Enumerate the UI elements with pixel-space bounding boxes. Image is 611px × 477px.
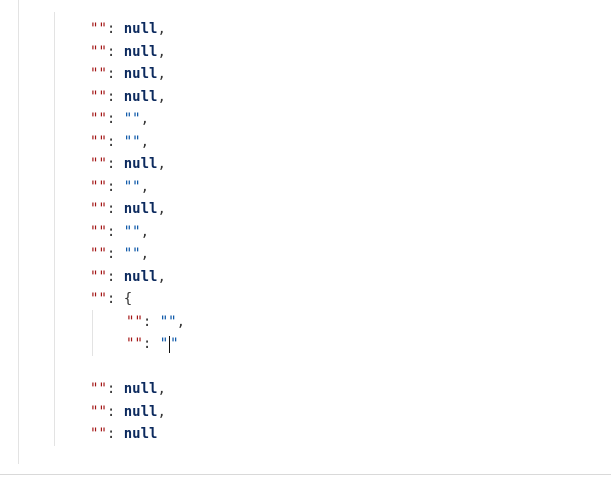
json-colon: : — [106, 111, 124, 127]
json-quote: " — [170, 336, 179, 352]
json-colon: : — [106, 268, 124, 285]
json-quote: " — [98, 381, 107, 397]
code-line[interactable]: "": "", — [90, 131, 149, 154]
code-line[interactable]: "": null — [90, 423, 157, 446]
divider — [0, 474, 611, 475]
json-comma: , — [157, 88, 166, 105]
json-quote: " — [98, 88, 107, 105]
code-line[interactable]: "": "", — [90, 243, 149, 266]
json-null: null — [123, 43, 158, 60]
json-comma: , — [157, 156, 166, 172]
json-quote: " — [98, 223, 107, 240]
json-quote: " — [98, 21, 107, 37]
json-quote: " — [123, 246, 133, 262]
json-null: null — [123, 21, 158, 37]
json-comma: , — [140, 133, 150, 150]
code-line[interactable]: "": null, — [90, 378, 166, 401]
json-quote: " — [123, 223, 133, 240]
json-quote: " — [168, 313, 177, 330]
indent-guide — [54, 12, 55, 446]
json-comma: , — [140, 178, 150, 195]
json-colon: : — [106, 291, 124, 307]
json-colon: : — [106, 156, 124, 172]
json-quote: " — [98, 403, 107, 420]
json-quote: " — [159, 336, 169, 352]
json-colon: : — [106, 66, 124, 82]
json-colon: : — [106, 381, 124, 397]
json-colon: : — [106, 21, 124, 37]
json-quote: " — [123, 111, 133, 127]
json-comma: , — [157, 21, 166, 37]
json-quote: " — [98, 426, 107, 442]
json-quote: " — [132, 223, 141, 240]
json-null: null — [123, 381, 158, 397]
code-line[interactable]: "": "", — [126, 311, 185, 334]
json-colon: : — [142, 336, 160, 352]
json-comma: , — [176, 313, 186, 330]
json-null: null — [123, 201, 158, 217]
json-colon: : — [106, 201, 124, 217]
json-brace: { — [123, 291, 133, 307]
code-line[interactable]: "": null, — [90, 18, 166, 41]
code-line[interactable]: "": "", — [90, 221, 149, 244]
code-line[interactable]: "": null, — [90, 41, 166, 64]
json-comma: , — [140, 223, 150, 240]
json-quote: " — [98, 133, 107, 150]
json-colon: : — [106, 88, 124, 105]
json-quote: " — [98, 66, 107, 82]
indent-guide — [92, 310, 93, 356]
json-quote: " — [134, 336, 143, 352]
code-line[interactable]: "": " " — [126, 333, 179, 356]
json-quote: " — [98, 291, 107, 307]
json-quote: " — [98, 156, 107, 172]
json-comma: , — [157, 66, 166, 82]
code-line[interactable]: "": null, — [90, 153, 166, 176]
json-colon: : — [142, 313, 160, 330]
json-null: null — [123, 88, 158, 105]
json-comma: , — [157, 381, 166, 397]
indent-guide — [18, 0, 19, 464]
json-quote: " — [98, 201, 107, 217]
json-null: null — [123, 403, 158, 420]
json-quote: " — [98, 178, 107, 195]
json-colon: : — [106, 223, 124, 240]
code-line[interactable]: "": null, — [90, 198, 166, 221]
json-quote: " — [98, 268, 107, 285]
json-quote: " — [134, 313, 143, 330]
json-null: null — [123, 66, 158, 82]
json-comma: , — [157, 403, 166, 420]
json-colon: : — [106, 178, 124, 195]
code-line[interactable]: "": "", — [90, 108, 149, 131]
code-line[interactable]: "": "", — [90, 176, 149, 199]
json-quote: " — [98, 246, 107, 262]
json-comma: , — [140, 111, 150, 127]
json-null: null — [123, 156, 158, 172]
json-quote: " — [132, 133, 141, 150]
json-quote: " — [132, 246, 141, 262]
json-colon: : — [106, 426, 124, 442]
json-quote: " — [132, 178, 141, 195]
json-quote: " — [159, 313, 169, 330]
json-quote: " — [132, 111, 141, 127]
code-line[interactable]: "": { — [90, 288, 132, 311]
json-null: null — [123, 268, 158, 285]
json-quote: " — [98, 43, 107, 60]
json-colon: : — [106, 133, 124, 150]
json-comma: , — [157, 268, 166, 285]
json-colon: : — [106, 246, 124, 262]
code-line[interactable]: "": null, — [90, 86, 166, 109]
json-null: null — [123, 426, 158, 442]
json-colon: : — [106, 403, 124, 420]
code-line[interactable]: "": null, — [90, 266, 166, 289]
json-colon: : — [106, 43, 124, 60]
json-quote: " — [98, 111, 107, 127]
json-quote: " — [123, 178, 133, 195]
code-line[interactable]: "": null, — [90, 401, 166, 424]
json-quote: " — [123, 133, 133, 150]
code-line[interactable]: "": null, — [90, 63, 166, 86]
json-comma: , — [157, 201, 166, 217]
json-comma: , — [157, 43, 166, 60]
json-comma: , — [140, 246, 150, 262]
